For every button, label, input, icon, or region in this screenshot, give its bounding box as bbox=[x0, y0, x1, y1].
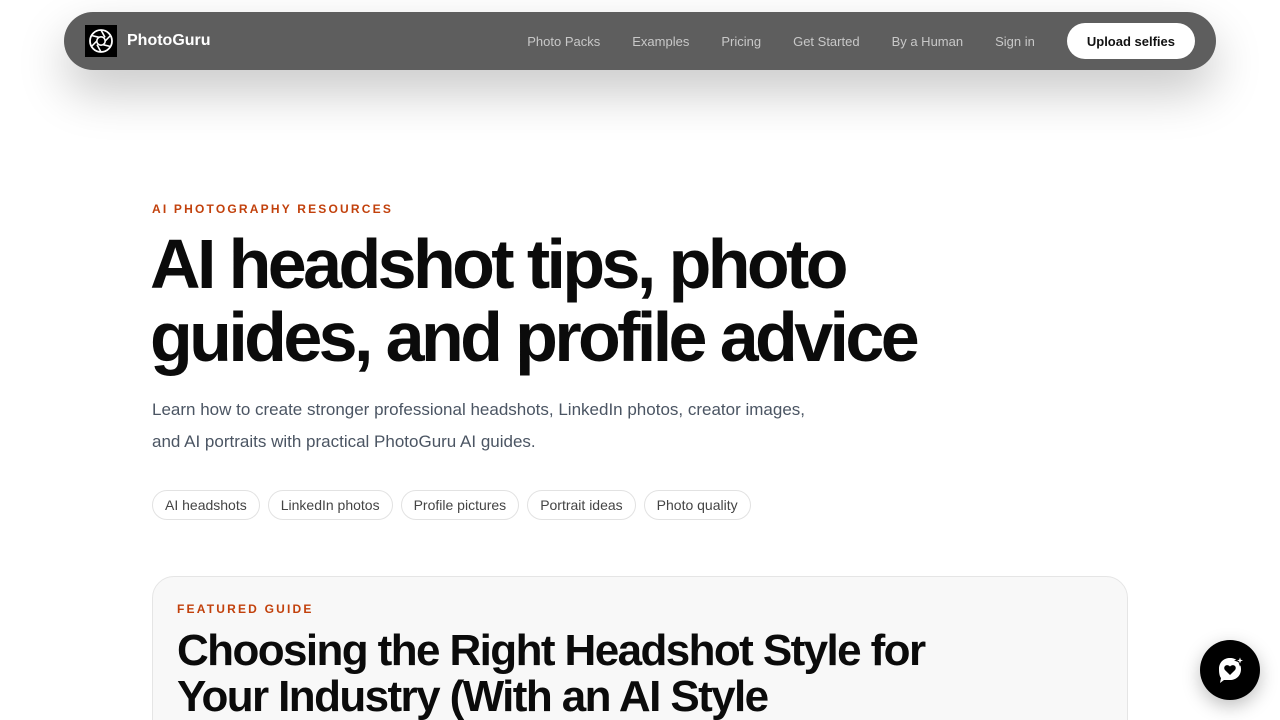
tag-linkedin-photos[interactable]: LinkedIn photos bbox=[267, 490, 393, 520]
tag-ai-headshots[interactable]: AI headshots bbox=[152, 490, 260, 520]
chat-heart-sparkle-icon[interactable] bbox=[1200, 640, 1260, 700]
hero-eyebrow: AI PHOTOGRAPHY RESOURCES bbox=[152, 202, 394, 216]
top-navbar: PhotoGuru Photo Packs Examples Pricing G… bbox=[64, 12, 1216, 70]
tag-portrait-ideas[interactable]: Portrait ideas bbox=[527, 490, 636, 520]
upload-selfies-button[interactable]: Upload selfies bbox=[1066, 23, 1195, 59]
nav-link-get-started[interactable]: Get Started bbox=[793, 34, 859, 49]
brand-name: PhotoGuru bbox=[127, 32, 211, 49]
nav-links: Photo Packs Examples Pricing Get Started… bbox=[527, 34, 1035, 49]
aperture-icon bbox=[85, 25, 117, 57]
topic-tags: AI headshots LinkedIn photos Profile pic… bbox=[152, 490, 751, 520]
nav-link-photo-packs[interactable]: Photo Packs bbox=[527, 34, 600, 49]
featured-guide-card[interactable]: FEATURED GUIDE Choosing the Right Headsh… bbox=[152, 576, 1128, 720]
nav-link-by-a-human[interactable]: By a Human bbox=[892, 34, 964, 49]
nav-link-examples[interactable]: Examples bbox=[632, 34, 689, 49]
featured-title[interactable]: Choosing the Right Headshot Style for Yo… bbox=[177, 628, 957, 720]
tag-profile-pictures[interactable]: Profile pictures bbox=[400, 490, 520, 520]
hero-subtitle: Learn how to create stronger professiona… bbox=[152, 400, 805, 451]
nav-link-pricing[interactable]: Pricing bbox=[721, 34, 761, 49]
hero-title: AI headshot tips, photo guides, and prof… bbox=[150, 225, 920, 376]
tag-photo-quality[interactable]: Photo quality bbox=[643, 490, 751, 520]
brand[interactable]: PhotoGuru bbox=[85, 25, 211, 57]
nav-link-sign-in[interactable]: Sign in bbox=[995, 34, 1035, 49]
featured-eyebrow: FEATURED GUIDE bbox=[177, 602, 314, 616]
